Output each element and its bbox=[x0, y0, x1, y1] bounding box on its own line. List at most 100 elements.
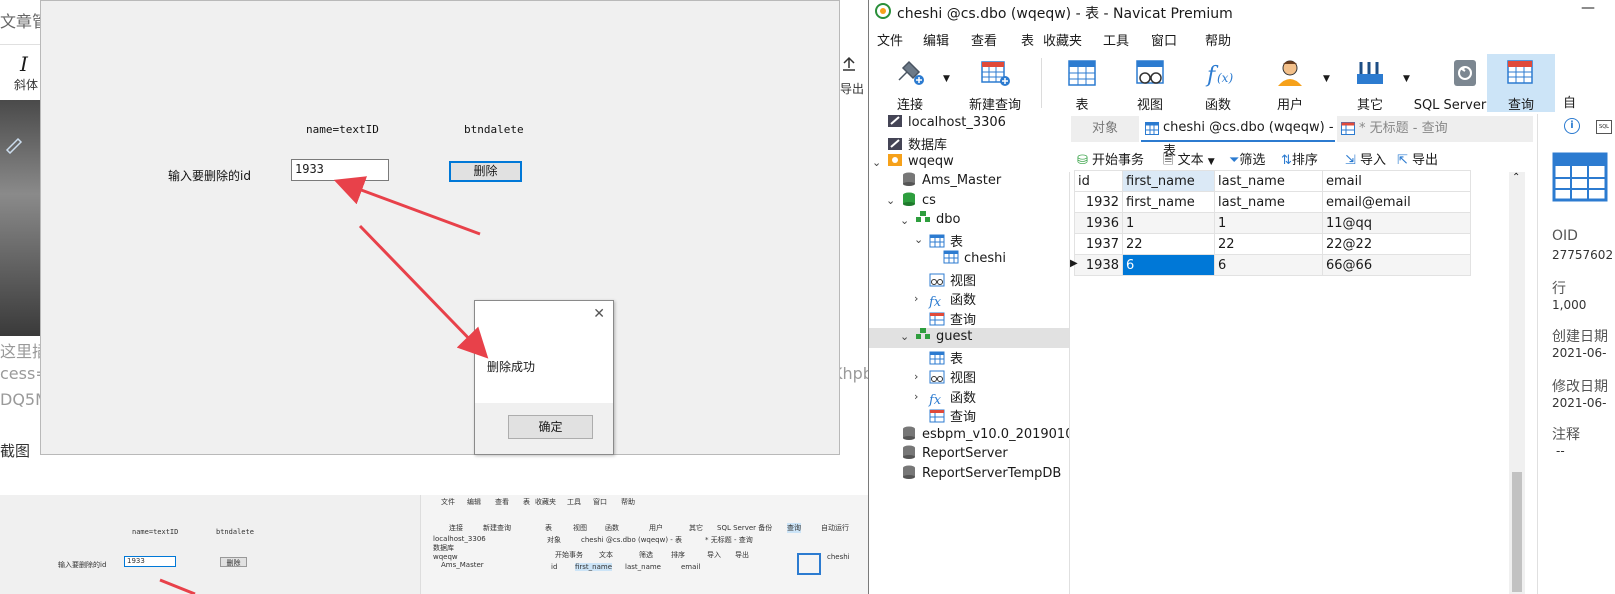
function-tool[interactable]: f (x) 函数 bbox=[1183, 54, 1253, 113]
tree-views[interactable]: 视图 bbox=[929, 270, 976, 290]
cell-first-name[interactable]: 22 bbox=[1122, 233, 1215, 255]
import-button[interactable]: ⇲ 导入 bbox=[1345, 149, 1386, 168]
tree-reportservertempdb[interactable]: ReportServerTempDB bbox=[901, 465, 1061, 485]
tree-ams-master[interactable]: Ams_Master bbox=[901, 172, 1001, 192]
expand-dbo-icon[interactable]: ⌄ bbox=[900, 214, 909, 227]
tree-queries[interactable]: 查询 bbox=[929, 309, 976, 329]
filter-icon: ⏷ bbox=[1229, 153, 1240, 168]
tab-query[interactable]: * 无标题 - 查询 bbox=[1337, 116, 1533, 142]
tree-tables[interactable]: 表 bbox=[929, 231, 963, 251]
info-icon[interactable]: i bbox=[1564, 118, 1580, 134]
user-tool[interactable]: 用户 bbox=[1255, 54, 1325, 113]
connect-label: 连接 bbox=[896, 98, 923, 113]
menu-favorites[interactable]: 收藏夹 bbox=[1043, 30, 1082, 49]
cell-first-name-selected[interactable]: 6 bbox=[1122, 254, 1215, 276]
tree-guest-functions[interactable]: fx 函数 bbox=[929, 387, 976, 408]
tab-table[interactable]: cheshi @cs.dbo (wqeqw) - 表 bbox=[1141, 116, 1335, 159]
table-icon bbox=[943, 250, 959, 264]
window-title: cheshi @cs.dbo (wqeqw) - 表 - Navicat Pre… bbox=[897, 6, 1233, 22]
cell-email[interactable]: email@email bbox=[1322, 191, 1471, 213]
expand-cs-icon[interactable]: ⌄ bbox=[886, 194, 895, 207]
menu-table[interactable]: 表 bbox=[1021, 30, 1034, 49]
user-dropdown-icon[interactable]: ▼ bbox=[1323, 74, 1330, 84]
expand-guest-icon[interactable]: ⌄ bbox=[900, 330, 909, 343]
menu-edit[interactable]: 编辑 bbox=[923, 30, 949, 49]
menu-help[interactable]: 帮助 bbox=[1205, 30, 1231, 49]
views-icon bbox=[929, 273, 945, 287]
menu-tools[interactable]: 工具 bbox=[1103, 30, 1129, 49]
tree-guest-views[interactable]: 视图 bbox=[929, 367, 976, 387]
new-query-tool[interactable]: 新建查询 bbox=[953, 54, 1037, 113]
backup-icon bbox=[1454, 60, 1476, 86]
table-toolbar: ⛁ 开始事务 🗎 文本 ▼ ⏷筛选 ⇅排序 ⇲ 导入 ⇱ 导出 bbox=[1069, 145, 1537, 171]
table-row[interactable]: 1936 1 1 11@qq bbox=[1074, 212, 1471, 234]
tree-functions[interactable]: fx 函数 bbox=[929, 289, 976, 310]
tree-cheshi[interactable]: cheshi bbox=[943, 250, 1006, 270]
connect-dropdown-icon[interactable]: ▼ bbox=[943, 74, 950, 84]
expand-wqeqw-icon[interactable]: ⌄ bbox=[872, 156, 881, 169]
views-icon bbox=[929, 370, 945, 384]
tree-dbo[interactable]: dbo bbox=[915, 211, 960, 231]
filter-button[interactable]: ⏷筛选 bbox=[1229, 149, 1265, 168]
view-tool[interactable]: 视图 bbox=[1115, 54, 1185, 113]
export-button[interactable]: ⇱ 导出 bbox=[1397, 149, 1438, 168]
menu-file[interactable]: 文件 bbox=[877, 30, 903, 49]
table-row[interactable]: 1932 first_name last_name email@email bbox=[1074, 191, 1471, 213]
sort-button[interactable]: ⇅排序 bbox=[1281, 149, 1318, 168]
query-tool[interactable]: 查询 bbox=[1487, 54, 1555, 113]
sqlserver-icon bbox=[888, 154, 902, 166]
tree-wqeqw[interactable]: wqeqw bbox=[887, 153, 954, 173]
tree-localhost[interactable]: localhost_3306 bbox=[887, 114, 1006, 134]
connect-tool[interactable]: 连接 bbox=[875, 54, 945, 113]
data-grid: id first_name last_name email 1932 first… bbox=[1069, 170, 1529, 594]
tree-reportserver[interactable]: ReportServer bbox=[901, 445, 1008, 465]
tree-guest-queries[interactable]: 查询 bbox=[929, 406, 976, 426]
tree-guest[interactable]: guest bbox=[915, 328, 972, 348]
tree-esbpm[interactable]: esbpm_v10.0_20190104 bbox=[901, 426, 1082, 446]
tree-cs[interactable]: cs bbox=[901, 192, 936, 212]
cell-id[interactable]: 1937 bbox=[1074, 233, 1123, 255]
cell-last-name[interactable]: 22 bbox=[1214, 233, 1323, 255]
cell-email[interactable]: 22@22 bbox=[1322, 233, 1471, 255]
plug-icon bbox=[898, 60, 924, 85]
menu-view[interactable]: 查看 bbox=[971, 30, 997, 49]
minimize-button[interactable]: — bbox=[1581, 0, 1595, 16]
expand-guest-functions-icon[interactable]: › bbox=[914, 390, 918, 403]
expand-functions-icon[interactable]: › bbox=[914, 292, 918, 305]
expand-guest-views-icon[interactable]: › bbox=[914, 370, 918, 383]
sort-icon: ⇅ bbox=[1281, 153, 1292, 168]
tree-guest-tables[interactable]: 表 bbox=[929, 348, 963, 368]
column-header-last-name[interactable]: last_name bbox=[1214, 170, 1323, 192]
grid-scrollbar[interactable]: ⌃ bbox=[1509, 172, 1525, 594]
scroll-thumb[interactable] bbox=[1512, 472, 1522, 592]
database-icon bbox=[903, 465, 915, 479]
cell-last-name[interactable]: 6 bbox=[1214, 254, 1323, 276]
other-tool[interactable]: 其它 bbox=[1335, 54, 1405, 113]
cell-id[interactable]: 1938 bbox=[1074, 254, 1123, 276]
column-header-id[interactable]: id bbox=[1074, 170, 1123, 192]
expand-tables-icon[interactable]: ⌄ bbox=[914, 233, 923, 246]
cell-id[interactable]: 1936 bbox=[1074, 212, 1123, 234]
cell-first-name[interactable]: 1 bbox=[1122, 212, 1215, 234]
cell-first-name[interactable]: first_name bbox=[1122, 191, 1215, 213]
menu-window[interactable]: 窗口 bbox=[1151, 30, 1177, 49]
sql-icon[interactable]: SQL bbox=[1596, 120, 1612, 134]
table-row[interactable]: 1937 22 22 22@22 bbox=[1074, 233, 1471, 255]
tools-icon bbox=[1357, 62, 1383, 84]
begin-transaction-button[interactable]: ⛁ 开始事务 bbox=[1077, 149, 1144, 168]
grid-header-row: id first_name last_name email bbox=[1074, 170, 1471, 192]
queries-icon bbox=[929, 409, 945, 423]
column-header-first-name[interactable]: first_name bbox=[1122, 170, 1215, 192]
cell-id[interactable]: 1932 bbox=[1074, 191, 1123, 213]
tab-objects[interactable]: 对象 bbox=[1071, 116, 1139, 142]
auto-run-fragment[interactable]: 自 bbox=[1563, 92, 1576, 111]
tree-databases[interactable]: 数据库 bbox=[887, 134, 947, 154]
cell-last-name[interactable]: last_name bbox=[1214, 191, 1323, 213]
cell-last-name[interactable]: 1 bbox=[1214, 212, 1323, 234]
table-tool[interactable]: 表 bbox=[1047, 54, 1117, 113]
cell-email[interactable]: 11@qq bbox=[1322, 212, 1471, 234]
cell-email[interactable]: 66@66 bbox=[1322, 254, 1471, 276]
column-header-email[interactable]: email bbox=[1322, 170, 1471, 192]
scroll-up-icon[interactable]: ⌃ bbox=[1512, 172, 1520, 183]
table-row[interactable]: 1938 6 6 66@66 bbox=[1074, 254, 1471, 276]
